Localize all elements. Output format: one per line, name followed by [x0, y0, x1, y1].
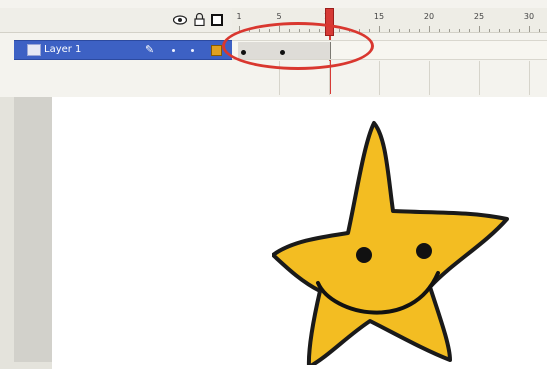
stage-gutter: [14, 97, 52, 362]
left-eye: [356, 247, 372, 263]
ruler-tick: [469, 29, 470, 32]
ruler-tick: [429, 26, 430, 32]
frame-grid-line: [479, 61, 480, 95]
ruler-tick: [419, 29, 420, 32]
ruler-tick: [439, 29, 440, 32]
layer-icon: [27, 44, 41, 56]
ruler-tick: [459, 29, 460, 32]
ruler-tick: [409, 29, 410, 32]
ruler-tick: [399, 29, 400, 32]
ruler-label-1: 1: [236, 12, 242, 21]
lock-dot[interactable]: [191, 49, 194, 52]
layer-controls-header: [0, 8, 232, 32]
annotation-circle: [222, 22, 374, 70]
ruler-tick: [519, 29, 520, 32]
ruler-label-25: 25: [473, 12, 485, 21]
ruler-label-5: 5: [276, 12, 282, 21]
ruler-tick: [449, 29, 450, 32]
star-artwork[interactable]: [272, 115, 522, 365]
visibility-dot[interactable]: [172, 49, 175, 52]
stage-area: [0, 97, 547, 369]
timeline-panel: 151015202530 Layer 1 ✎: [0, 0, 547, 98]
ruler-tick: [389, 29, 390, 32]
ruler-tick: [499, 29, 500, 32]
ruler-tick: [509, 29, 510, 32]
outline-color-square[interactable]: [211, 45, 222, 56]
ruler-tick: [379, 26, 380, 32]
frame-grid-line: [379, 61, 380, 95]
flash-editor: 151015202530 Layer 1 ✎: [0, 0, 547, 369]
layer-name-cell[interactable]: Layer 1 ✎: [14, 40, 232, 60]
layer-name-label[interactable]: Layer 1: [44, 44, 81, 55]
ruler-label-15: 15: [373, 12, 385, 21]
ruler-label-30: 30: [523, 12, 535, 21]
stage-canvas[interactable]: [52, 97, 547, 369]
ruler-tick: [529, 26, 530, 32]
star-shape: [272, 121, 509, 365]
ruler-tick: [369, 29, 370, 32]
lock-icon[interactable]: [192, 13, 206, 26]
ruler-tick: [479, 26, 480, 32]
right-eye: [416, 243, 432, 259]
frame-grid-line: [529, 61, 530, 95]
pencil-icon: ✎: [145, 43, 155, 56]
eye-icon[interactable]: [173, 13, 187, 26]
ruler-label-20: 20: [423, 12, 435, 21]
ruler-tick: [539, 29, 540, 32]
outline-icon[interactable]: [210, 13, 224, 26]
frame-grid-line: [429, 61, 430, 95]
ruler-tick: [489, 29, 490, 32]
